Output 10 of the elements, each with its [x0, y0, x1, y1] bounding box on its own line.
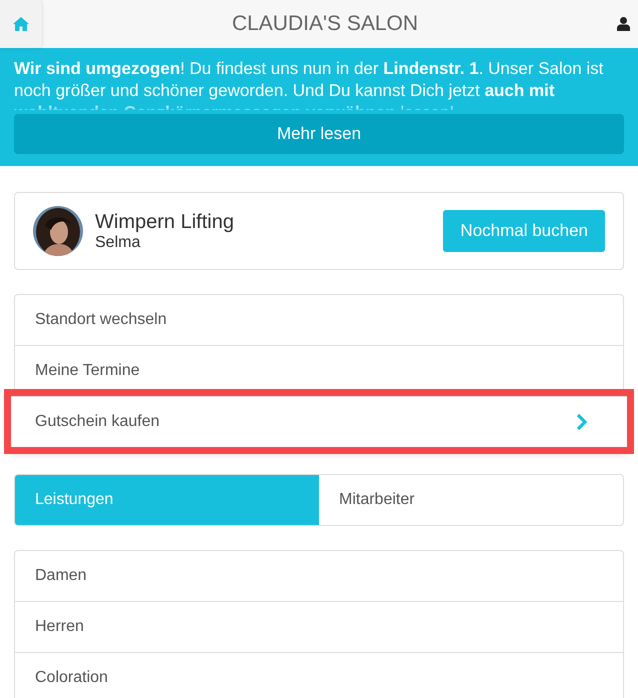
- category-item[interactable]: Damen: [15, 551, 623, 601]
- menu-item[interactable]: Standort wechseln: [15, 295, 623, 345]
- home-icon: [13, 17, 29, 31]
- user-icon: [616, 17, 630, 31]
- employee-name: Selma: [95, 234, 142, 252]
- category-item[interactable]: Herren: [15, 601, 623, 652]
- chevron-icon: [576, 413, 587, 431]
- service-name: Wimpern Lifting: [95, 210, 235, 234]
- category-item[interactable]: Coloration: [15, 652, 623, 698]
- salon-title: CLAUDIA'S SALON: [230, 12, 420, 36]
